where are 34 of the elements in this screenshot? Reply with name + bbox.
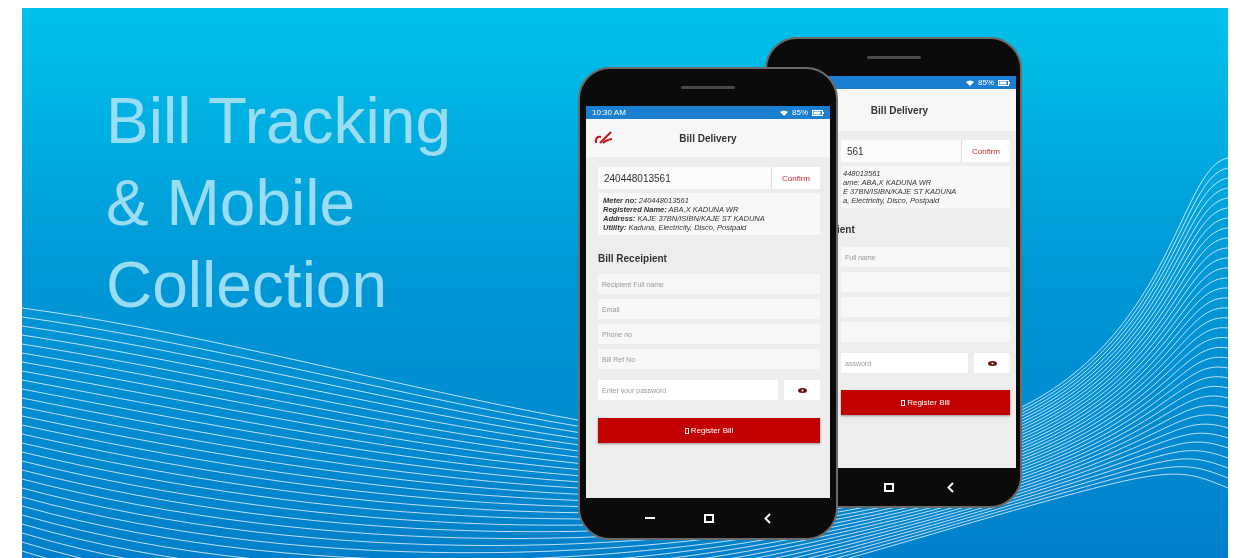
- status-time: 10:30 AM: [592, 108, 626, 117]
- wifi-icon: [780, 109, 788, 116]
- headline-line: Collection: [106, 248, 389, 323]
- speaker-icon: [866, 56, 921, 59]
- back-chevron-icon[interactable]: [764, 512, 772, 524]
- confirm-button[interactable]: Confirm: [771, 167, 820, 189]
- show-password-button[interactable]: [974, 353, 1010, 373]
- battery-icon: [812, 109, 824, 116]
- eye-icon: [797, 387, 807, 393]
- wifi-icon: [966, 79, 974, 86]
- screen-title: Bill Delivery: [870, 104, 929, 116]
- logo-icon: [594, 131, 614, 145]
- battery-icon: [998, 79, 1010, 86]
- square-icon[interactable]: [704, 513, 715, 523]
- placeholder-glyph-icon: [901, 399, 906, 406]
- speaker-icon: [681, 86, 735, 89]
- square-icon[interactable]: [883, 482, 894, 492]
- show-password-button[interactable]: [784, 380, 820, 400]
- section-heading: ient: [837, 224, 856, 235]
- headline-line: & Mobile: [106, 166, 356, 241]
- back-chevron-icon[interactable]: [946, 481, 954, 493]
- confirm-button[interactable]: Confirm: [961, 140, 1010, 162]
- screen-title: Bill Delivery: [679, 132, 737, 144]
- battery-percent: 85%: [978, 78, 994, 87]
- eye-icon: [987, 360, 997, 366]
- headline-line: Bill Tracking: [106, 84, 451, 159]
- meter-number-field[interactable]: 561 Confirm: [841, 140, 1010, 162]
- battery-percent: 85%: [792, 108, 808, 117]
- placeholder-glyph-icon: [684, 427, 689, 434]
- register-bill-button[interactable]: Register Bill: [841, 390, 1010, 415]
- section-heading: Bill Receipient: [598, 253, 668, 264]
- meter-number-field[interactable]: 240448013561 Confirm: [598, 167, 820, 189]
- minus-icon[interactable]: [644, 517, 655, 519]
- register-bill-button[interactable]: Register Bill: [598, 418, 820, 443]
